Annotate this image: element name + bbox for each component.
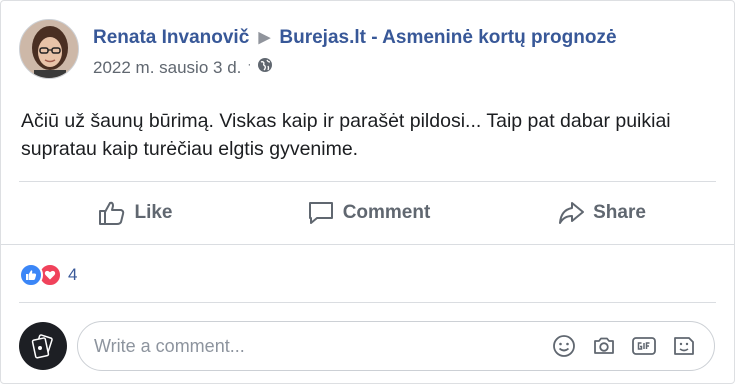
camera-icon[interactable] — [590, 332, 618, 360]
comment-label: Comment — [342, 202, 431, 223]
separator-dot: · — [247, 56, 252, 71]
reaction-count[interactable]: 4 — [68, 265, 77, 285]
post-card: Renata Invanovič ▶ Burejas.lt - Asmeninė… — [0, 0, 735, 384]
author-name-link[interactable]: Renata Invanovič — [93, 27, 249, 48]
like-label: Like — [134, 202, 173, 223]
author-avatar[interactable] — [19, 19, 79, 79]
thumbs-up-icon — [99, 201, 125, 225]
comment-composer — [19, 321, 715, 371]
avatar-photo — [20, 20, 78, 78]
post-title-line: Renata Invanovič ▶ Burejas.lt - Asmeninė… — [93, 27, 617, 49]
triangle-right-icon: ▶ — [258, 29, 271, 46]
comment-tools — [538, 332, 698, 360]
post-subline: 2022 m. sausio 3 d. · — [93, 57, 617, 78]
post-text: Ačiū už šaunų būrimą. Viskas kaip ir par… — [21, 110, 671, 160]
sticker-icon[interactable] — [670, 332, 698, 360]
post-header: Renata Invanovič ▶ Burejas.lt - Asmeninė… — [19, 19, 617, 81]
post-meta: Renata Invanovič ▶ Burejas.lt - Asmeninė… — [93, 19, 617, 81]
commenter-avatar[interactable] — [19, 322, 67, 370]
like-icon — [19, 263, 43, 287]
emoji-icon[interactable] — [550, 332, 578, 360]
share-arrow-icon — [559, 202, 585, 224]
comment-button[interactable]: Comment — [252, 182, 485, 244]
comment-input[interactable] — [94, 335, 538, 357]
action-bar: Like Comment Share — [19, 182, 718, 244]
comment-box[interactable] — [77, 321, 715, 371]
globe-icon[interactable] — [257, 57, 273, 78]
like-button[interactable]: Like — [19, 182, 252, 244]
share-label: Share — [593, 202, 646, 223]
tarot-cards-icon — [31, 334, 53, 359]
divider — [19, 302, 716, 303]
share-button[interactable]: Share — [485, 182, 718, 244]
target-page-link[interactable]: Burejas.lt - Asmeninė kortų prognozė — [279, 27, 616, 48]
reactions-summary[interactable]: 4 — [19, 261, 77, 289]
speech-bubble-icon — [308, 202, 333, 224]
gif-icon[interactable] — [630, 332, 658, 360]
post-timestamp[interactable]: 2022 m. sausio 3 d. — [93, 58, 241, 78]
divider — [1, 244, 734, 245]
